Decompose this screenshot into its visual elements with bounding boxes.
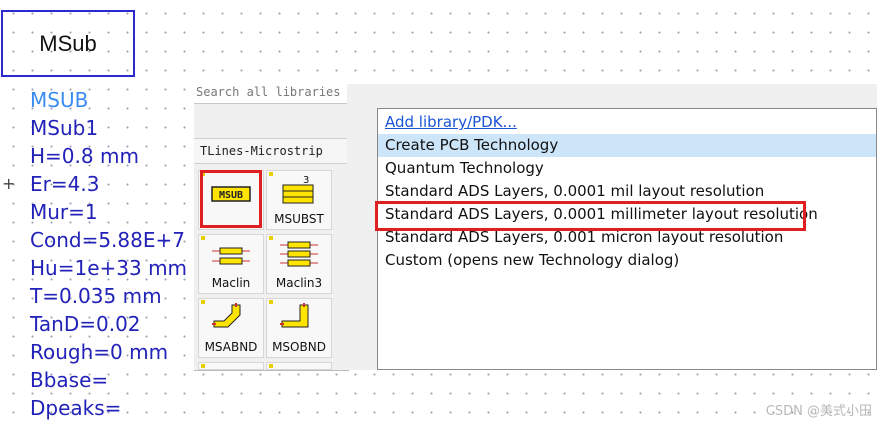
palette-item-maclin3[interactable]: Maclin3 — [266, 234, 332, 294]
palette-item-maclin[interactable]: Maclin — [198, 234, 264, 294]
param-line[interactable]: Hu=1e+33 mm — [30, 254, 187, 282]
param-line[interactable]: Er=4.3 — [30, 170, 187, 198]
component-palette: Search all libraries TLines-Microstrip M… — [194, 84, 349, 371]
palette-item-label: MSUBST — [274, 212, 324, 226]
palette-item-msobnd[interactable]: MSOBND — [266, 298, 332, 358]
msub-component-box[interactable]: MSub — [1, 10, 135, 77]
crosshair-cursor-icon: + — [2, 174, 16, 193]
param-line[interactable]: Mur=1 — [30, 198, 187, 226]
option-mil-resolution[interactable]: Standard ADS Layers, 0.0001 mil layout r… — [378, 180, 876, 203]
param-line[interactable]: Rough=0 mm — [30, 338, 187, 366]
param-line[interactable]: Cond=5.88E+7 — [30, 226, 187, 254]
palette-item-label: MSOBND — [272, 340, 326, 354]
library-name[interactable]: TLines-Microstrip — [194, 138, 348, 164]
param-line[interactable]: MSUB — [30, 86, 187, 114]
param-line[interactable]: TanD=0.02 — [30, 310, 187, 338]
maclin3-icon — [280, 241, 318, 267]
msobnd-icon — [280, 303, 309, 328]
library-search-input[interactable]: Search all libraries — [194, 84, 348, 104]
msabnd-icon — [212, 303, 241, 328]
option-custom[interactable]: Custom (opens new Technology dialog) — [378, 249, 876, 272]
param-line[interactable]: T=0.035 mm — [30, 282, 187, 310]
maclin-icon — [212, 247, 250, 265]
option-create-pcb[interactable]: Create PCB Technology — [378, 134, 876, 157]
palette-item-label: Maclin — [211, 276, 251, 290]
param-line[interactable]: Bbase= — [30, 366, 187, 394]
msubst-badge: 3 — [303, 175, 309, 186]
component-title: MSub — [39, 30, 97, 56]
palette-item-label: MSABND — [204, 340, 258, 354]
param-line[interactable]: Dpeaks= — [30, 394, 187, 422]
component-parameters: MSUB MSub1 H=0.8 mm Er=4.3 Mur=1 Cond=5.… — [30, 86, 187, 422]
msubst-icon: 3 — [282, 175, 314, 204]
palette-item-msabnd[interactable]: MSABND — [198, 298, 264, 358]
param-line[interactable]: H=0.8 mm — [30, 142, 187, 170]
technology-list: Add library/PDK... Create PCB Technology… — [377, 108, 877, 370]
option-quantum[interactable]: Quantum Technology — [378, 157, 876, 180]
palette-item-partial — [198, 362, 264, 370]
highlight-mm-option — [375, 201, 806, 231]
palette-item-partial — [266, 362, 332, 370]
watermark: CSDN @美式小田 — [765, 404, 872, 419]
highlight-msub — [200, 170, 262, 228]
add-library-link[interactable]: Add library/PDK... — [378, 111, 876, 134]
param-line[interactable]: MSub1 — [30, 114, 187, 142]
palette-item-msubst[interactable]: 3 MSUBST — [266, 170, 332, 230]
palette-item-label: Maclin3 — [275, 276, 323, 290]
